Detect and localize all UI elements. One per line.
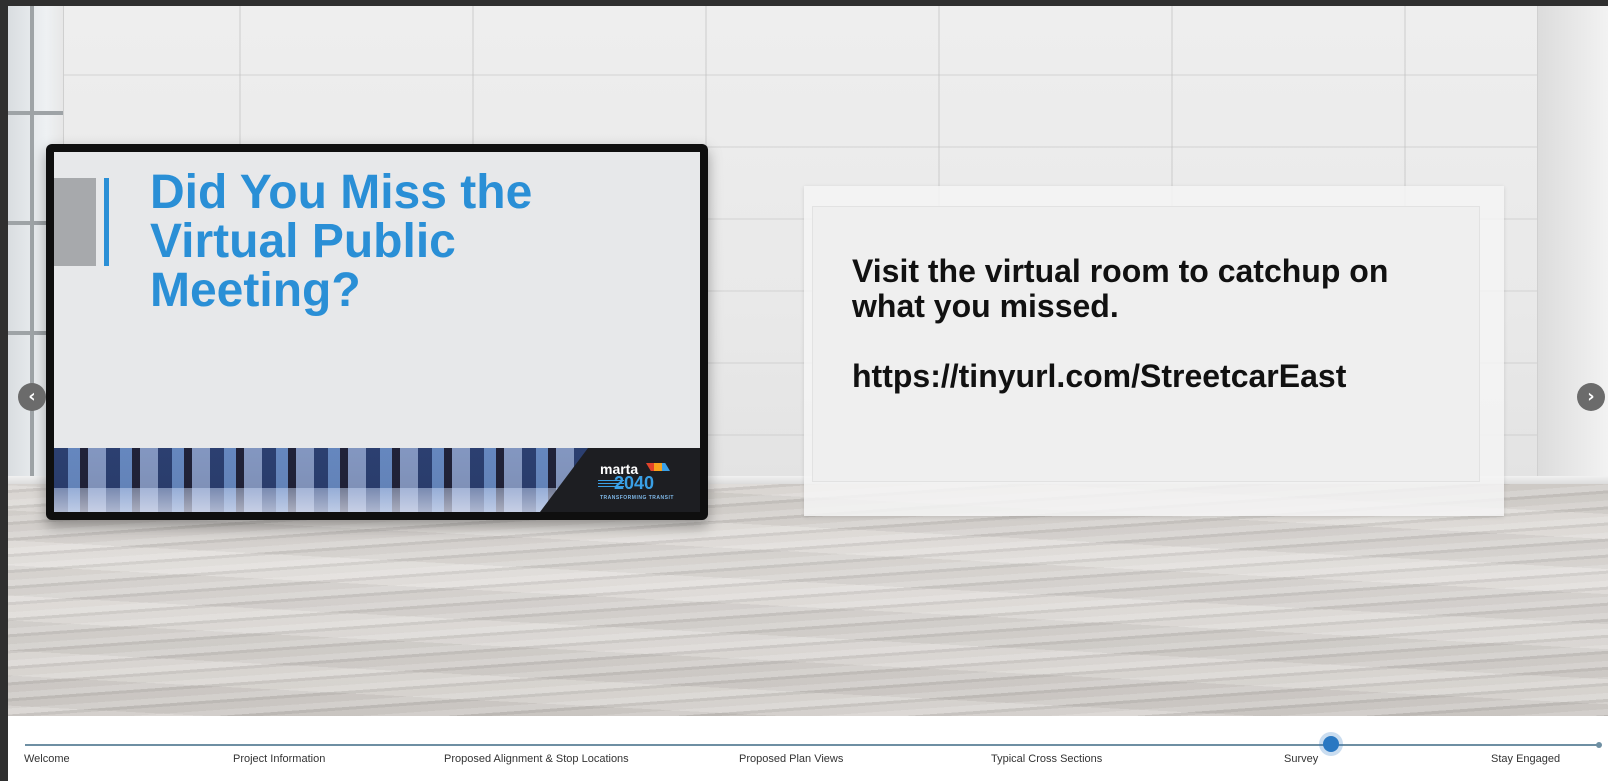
chevron-right-icon[interactable]: ›	[1577, 383, 1605, 411]
timeline-item-stay-engaged[interactable]: Stay Engaged	[1491, 753, 1560, 765]
slide-accent-bar	[104, 178, 109, 266]
timeline-item-project-information[interactable]: Project Information	[233, 753, 325, 765]
timeline-current-marker[interactable]	[1323, 736, 1339, 752]
timeline-end-dot	[1596, 742, 1602, 748]
tv-display[interactable]: Did You Miss the Virtual Public Meeting?…	[46, 144, 708, 520]
virtual-room-scene: Did You Miss the Virtual Public Meeting?…	[8, 6, 1608, 716]
timeline-item-survey[interactable]: Survey	[1284, 753, 1318, 765]
room-side-wall	[1537, 6, 1608, 506]
timeline-item-welcome[interactable]: Welcome	[24, 753, 70, 765]
chevron-left-icon[interactable]: ‹	[18, 383, 46, 411]
info-panel-link[interactable]: https://tinyurl.com/StreetcarEast	[852, 359, 1452, 394]
marta-logo-number: 2040	[614, 473, 655, 493]
timeline-item-typical-cross-sections[interactable]: Typical Cross Sections	[991, 753, 1102, 765]
marta-logo-tagline: TRANSFORMING TRANSIT	[600, 495, 674, 501]
timeline-item-proposed-alignment[interactable]: Proposed Alignment & Stop Locations	[444, 753, 629, 765]
room-navigation-timeline: Welcome Project Information Proposed Ali…	[8, 716, 1608, 781]
timeline-item-proposed-plan-views[interactable]: Proposed Plan Views	[739, 753, 843, 765]
info-panel: Visit the virtual room to catchup on wha…	[804, 186, 1504, 516]
info-panel-message: Visit the virtual room to catchup on wha…	[852, 253, 1389, 324]
slide-title: Did You Miss the Virtual Public Meeting?	[150, 166, 533, 317]
tv-screen: Did You Miss the Virtual Public Meeting?…	[54, 152, 700, 512]
marta-logo: marta 2040 TRANSFORMING TRANSIT	[600, 462, 674, 505]
info-panel-text: Visit the virtual room to catchup on wha…	[852, 254, 1452, 394]
slide-accent-block	[54, 178, 96, 266]
timeline-track	[25, 744, 1599, 746]
